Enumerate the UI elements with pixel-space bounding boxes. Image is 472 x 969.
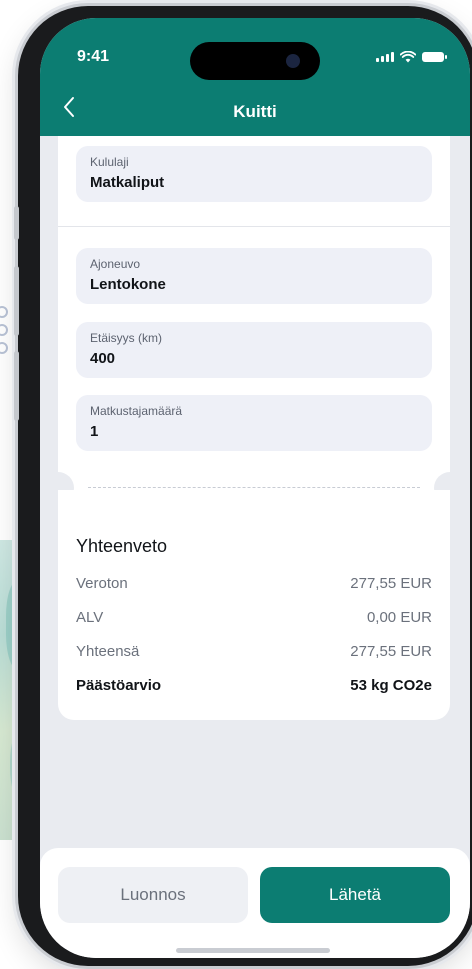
- field-value: 400: [90, 350, 116, 367]
- status-time: 9:41: [77, 48, 110, 65]
- phone-frame: 9:41 Kuitti Kululaji Matkaliput Ajoneuvo…: [14, 6, 472, 966]
- summary-row-vat: ALV 0,00 EUR: [76, 609, 432, 626]
- field-label: Etäisyys (km): [90, 331, 162, 345]
- wifi-icon: [400, 51, 416, 63]
- field-label: Ajoneuvo: [90, 257, 141, 271]
- summary-label: Veroton: [76, 575, 128, 592]
- summary-value: 277,55 EUR: [350, 575, 432, 592]
- app-header: 9:41 Kuitti: [40, 18, 470, 136]
- draft-button[interactable]: Luonnos: [58, 867, 248, 923]
- expense-type-field[interactable]: Kululaji Matkaliput: [76, 146, 432, 202]
- send-button[interactable]: Lähetä: [260, 867, 450, 923]
- vehicle-field[interactable]: Ajoneuvo Lentokone: [76, 248, 432, 304]
- phone-side-button: [14, 351, 19, 421]
- summary-label: Päästöarvio: [76, 677, 162, 694]
- field-value: Lentokone: [90, 276, 166, 293]
- summary-label: ALV: [76, 609, 104, 626]
- battery-icon: [422, 52, 447, 62]
- summary-label: Yhteensä: [76, 643, 140, 660]
- bottom-action-bar: Luonnos Lähetä: [40, 848, 470, 958]
- cellular-signal-icon: [376, 52, 394, 62]
- summary-value: 277,55 EUR: [350, 643, 432, 660]
- passenger-count-field[interactable]: Matkustajamäärä 1: [76, 395, 432, 451]
- summary-value: 0,00 EUR: [366, 609, 432, 626]
- field-label: Kululaji: [90, 155, 129, 169]
- summary-row-total: Yhteensä 277,55 EUR: [76, 643, 432, 660]
- summary-title: Yhteenveto: [76, 536, 168, 556]
- status-icons: [376, 51, 447, 63]
- summary-row-emissions: Päästöarvio 53 kg CO2e: [76, 677, 432, 694]
- dynamic-island: [190, 42, 320, 80]
- field-value: 1: [90, 423, 99, 440]
- summary-row-net: Veroton 277,55 EUR: [76, 575, 432, 592]
- app-screen: 9:41 Kuitti Kululaji Matkaliput Ajoneuvo…: [40, 18, 470, 958]
- page-title: Kuitti: [233, 102, 277, 121]
- field-label: Matkustajamäärä: [90, 404, 183, 418]
- distance-field[interactable]: Etäisyys (km) 400: [76, 322, 432, 378]
- field-value: Matkaliput: [90, 174, 165, 191]
- background-decoration: [0, 300, 10, 380]
- home-indicator[interactable]: [176, 948, 330, 953]
- phone-side-button: [14, 266, 19, 336]
- camera-icon: [286, 54, 300, 68]
- phone-side-button: [14, 206, 19, 240]
- summary-value: 53 kg CO2e: [350, 677, 432, 694]
